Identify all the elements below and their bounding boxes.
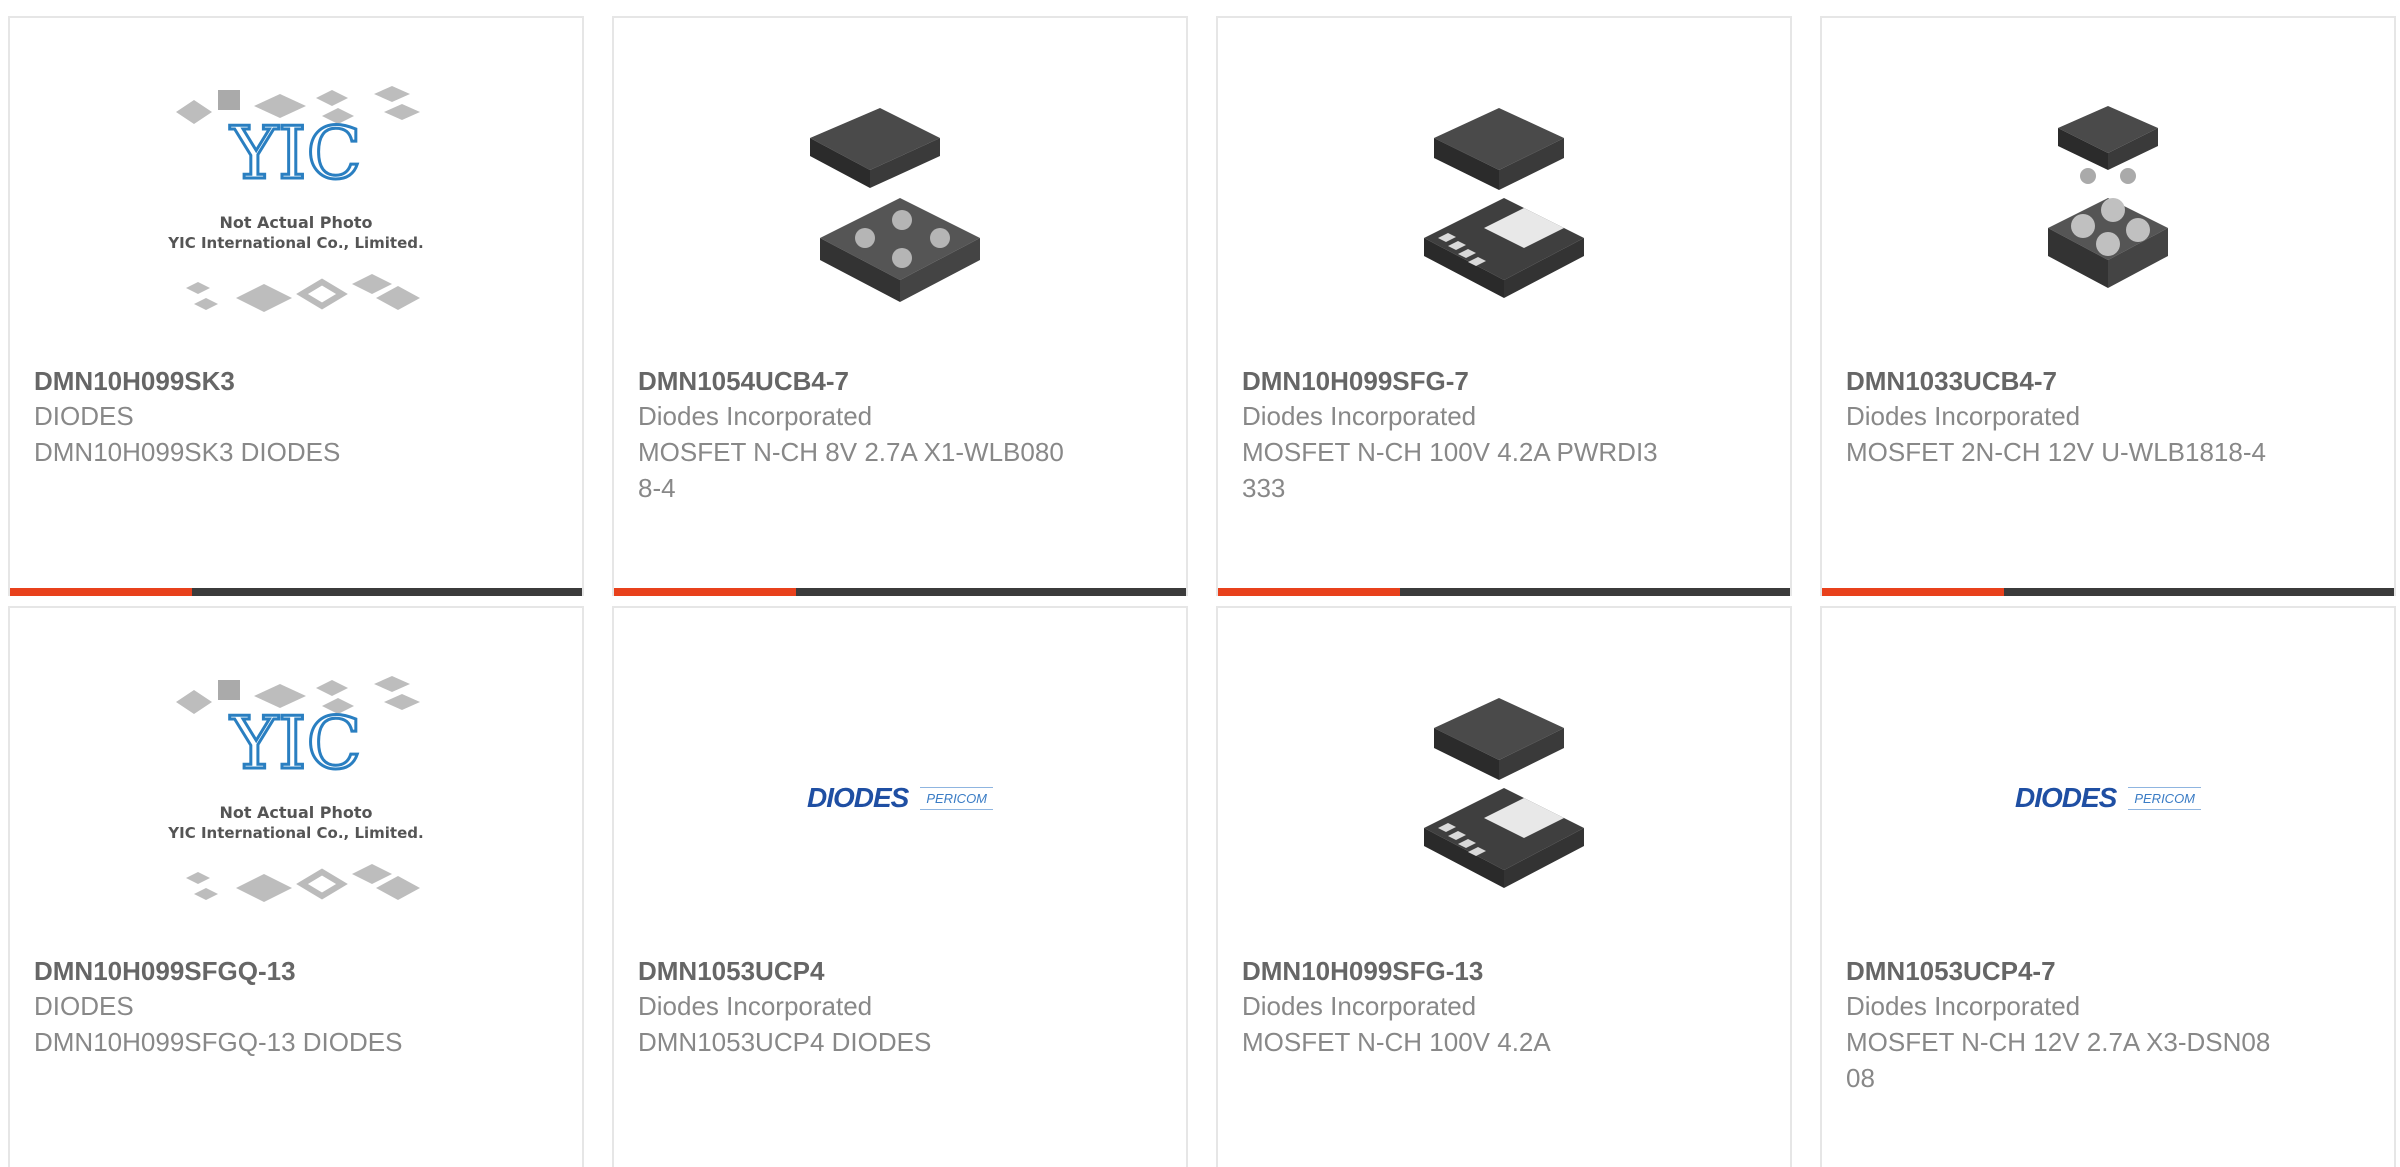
- card-accent-bar: [1822, 588, 2004, 596]
- part-number[interactable]: DMN1053UCP4-7: [1846, 954, 2274, 988]
- product-card[interactable]: DMN10H099SFG-13 Diodes Incorporated MOSF…: [1216, 606, 1792, 1167]
- product-image: [614, 58, 1186, 358]
- yic-placeholder-image: YIC Not Actual Photo YIC International C…: [167, 676, 424, 902]
- card-bottom-bar: [10, 588, 582, 596]
- manufacturer: Diodes Incorporated: [638, 401, 873, 431]
- chip-image: [1424, 698, 1584, 888]
- description: MOSFET N-CH 8V 2.7A X1-WLB0808-4: [638, 437, 1064, 503]
- product-image: [1822, 58, 2394, 358]
- placeholder-line1: Not Actual Photo: [219, 213, 372, 232]
- description: DMN10H099SK3 DIODES: [34, 437, 341, 467]
- diodes-logo-text: DIODES: [2014, 782, 2117, 813]
- manufacturer: Diodes Incorporated: [638, 991, 873, 1021]
- diodes-logo-text: DIODES: [806, 782, 909, 813]
- product-image: YIC Not Actual Photo YIC International C…: [10, 648, 582, 948]
- description: MOSFET N-CH 100V 4.2A: [1242, 1027, 1551, 1057]
- yic-logo: YIC: [229, 111, 361, 195]
- card-bottom-bar: [614, 588, 1186, 596]
- description: DMN1053UCP4 DIODES: [638, 1027, 932, 1057]
- product-card[interactable]: DMN10H099SFG-7 Diodes Incorporated MOSFE…: [1216, 16, 1792, 596]
- part-number[interactable]: DMN1033UCB4-7: [1846, 364, 2274, 398]
- part-number[interactable]: DMN10H099SFG-7: [1242, 364, 1670, 398]
- product-card[interactable]: DIODES PERICOM DMN1053UCP4 Diodes Incorp…: [612, 606, 1188, 1167]
- description: MOSFET N-CH 12V 2.7A X3-DSN0808: [1846, 1027, 2271, 1093]
- part-number[interactable]: DMN10H099SK3: [34, 364, 462, 398]
- card-accent-bar: [10, 588, 192, 596]
- description: MOSFET N-CH 100V 4.2A PWRDI3333: [1242, 437, 1658, 503]
- pericom-logo-text: PERICOM: [2128, 786, 2202, 810]
- manufacturer: Diodes Incorporated: [1846, 401, 2081, 431]
- product-image: YIC Not Actual Photo YIC International C…: [10, 58, 582, 358]
- manufacturer: DIODES: [34, 401, 134, 431]
- placeholder-line2: YIC International Co., Limited.: [167, 234, 423, 252]
- product-card[interactable]: YIC Not Actual Photo YIC International C…: [8, 16, 584, 596]
- diodes-pericom-logo: DIODES PERICOM: [806, 782, 994, 814]
- yic-placeholder-image: YIC Not Actual Photo YIC International C…: [167, 86, 424, 312]
- part-number[interactable]: DMN1054UCB4-7: [638, 364, 1066, 398]
- part-number[interactable]: DMN10H099SFG-13: [1242, 954, 1670, 988]
- product-image: [1218, 648, 1790, 948]
- product-card[interactable]: YIC Not Actual Photo YIC International C…: [8, 606, 584, 1167]
- description: MOSFET 2N-CH 12V U-WLB1818-4: [1846, 437, 2266, 467]
- part-number[interactable]: DMN1053UCP4: [638, 954, 1066, 988]
- product-image: DIODES PERICOM: [1822, 648, 2394, 948]
- description: DMN10H099SFGQ-13 DIODES: [34, 1027, 403, 1057]
- product-card[interactable]: DMN1054UCB4-7 Diodes Incorporated MOSFET…: [612, 16, 1188, 596]
- yic-logo: YIC: [229, 701, 361, 785]
- chip-image: [2048, 106, 2168, 288]
- chip-image: [810, 108, 980, 302]
- product-grid: YIC Not Actual Photo YIC International C…: [0, 0, 2400, 1167]
- card-accent-bar: [1218, 588, 1400, 596]
- product-card[interactable]: DMN1033UCB4-7 Diodes Incorporated MOSFET…: [1820, 16, 2396, 596]
- card-accent-bar: [614, 588, 796, 596]
- manufacturer: Diodes Incorporated: [1846, 991, 2081, 1021]
- manufacturer: Diodes Incorporated: [1242, 401, 1477, 431]
- product-image: [1218, 58, 1790, 358]
- card-bottom-bar: [1822, 588, 2394, 596]
- manufacturer: DIODES: [34, 991, 134, 1021]
- manufacturer: Diodes Incorporated: [1242, 991, 1477, 1021]
- part-number[interactable]: DMN10H099SFGQ-13: [34, 954, 462, 988]
- diodes-pericom-logo: DIODES PERICOM: [2014, 782, 2202, 814]
- pericom-logo-text: PERICOM: [920, 786, 994, 810]
- placeholder-line1: Not Actual Photo: [219, 803, 372, 822]
- chip-image: [1424, 108, 1584, 298]
- product-card[interactable]: DIODES PERICOM DMN1053UCP4-7 Diodes Inco…: [1820, 606, 2396, 1167]
- placeholder-line2: YIC International Co., Limited.: [167, 824, 423, 842]
- product-image: DIODES PERICOM: [614, 648, 1186, 948]
- card-bottom-bar: [1218, 588, 1790, 596]
